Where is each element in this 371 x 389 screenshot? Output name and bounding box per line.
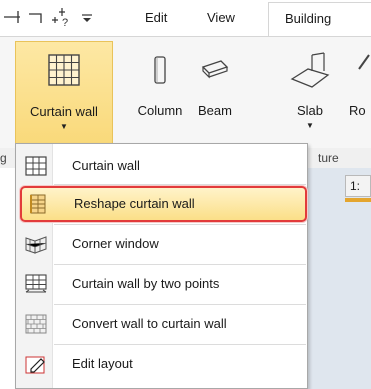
menu-item-curtain-wall[interactable]: Curtain wall xyxy=(17,148,307,184)
drawing-tab-label: 1: xyxy=(350,179,361,193)
slab-label: Slab xyxy=(296,103,324,118)
menu-item-label: Convert wall to curtain wall xyxy=(72,316,227,331)
menu-item-label: Reshape curtain wall xyxy=(74,196,195,211)
reshape-curtain-wall-icon xyxy=(27,194,49,214)
menu-separator xyxy=(54,264,306,265)
customize-dropdown-icon[interactable] xyxy=(80,7,94,27)
tab-building[interactable]: Building xyxy=(268,2,371,36)
menu-item-label: Corner window xyxy=(72,236,159,251)
active-tab-indicator xyxy=(345,198,371,202)
menu-item-curtain-wall-by-two-points[interactable]: Curtain wall by two points xyxy=(17,266,307,302)
menu-item-corner-window[interactable]: Corner window xyxy=(17,226,307,262)
roof-button[interactable]: Ro xyxy=(343,37,371,147)
ribbon: Curtain wall ▼ Column Beam Slab ▼ Ro xyxy=(0,36,371,149)
corner-window-icon xyxy=(25,234,47,254)
roof-label: Ro xyxy=(349,103,366,118)
menu-separator xyxy=(54,344,306,345)
menu-item-reshape-curtain-wall[interactable]: Reshape curtain wall xyxy=(20,186,307,222)
app-window: ? Edit View Building Curtain wall ▼ Colu… xyxy=(0,0,371,389)
menu-item-label: Curtain wall xyxy=(72,158,140,173)
menu-item-label: Curtain wall by two points xyxy=(72,276,220,291)
svg-text:?: ? xyxy=(62,17,68,28)
column-button[interactable]: Column xyxy=(130,37,190,147)
menu-separator xyxy=(54,304,306,305)
curtain-wall-dropdown-menu: Curtain wall Reshape curtain wall Corner… xyxy=(15,143,308,389)
edit-layout-icon xyxy=(25,354,47,374)
group-label-left: g xyxy=(0,151,7,165)
menu-item-label: Edit layout xyxy=(72,356,133,371)
drawing-tab[interactable]: 1: xyxy=(345,175,371,197)
menu-separator xyxy=(54,224,306,225)
column-label: Column xyxy=(137,103,183,118)
quick-access-toolbar: ? xyxy=(2,6,94,28)
title-tab-row: ? Edit View Building xyxy=(0,0,371,36)
curtain-wall-two-points-icon xyxy=(25,274,47,294)
slab-icon xyxy=(288,49,332,98)
corner-tool-icon[interactable] xyxy=(28,7,44,27)
beam-button[interactable]: Beam xyxy=(190,37,240,147)
wall-tool-icon[interactable] xyxy=(2,7,22,27)
tab-edit[interactable]: Edit xyxy=(145,0,167,36)
roof-icon xyxy=(355,49,371,82)
curtain-wall-grid-icon xyxy=(44,50,84,93)
curtain-wall-icon xyxy=(25,156,47,176)
curtain-wall-label: Curtain wall xyxy=(30,104,98,119)
curtain-wall-button[interactable]: Curtain wall ▼ xyxy=(15,41,113,145)
slab-button[interactable]: Slab ▼ xyxy=(290,37,330,147)
group-label-structure: ture xyxy=(318,151,339,165)
beam-label: Beam xyxy=(198,103,232,118)
dimension-help-icon[interactable]: ? xyxy=(50,6,74,28)
chevron-down-icon: ▼ xyxy=(60,122,68,131)
menu-item-convert-wall[interactable]: Convert wall to curtain wall xyxy=(17,306,307,342)
column-icon xyxy=(145,49,175,92)
menu-item-edit-layout[interactable]: Edit layout xyxy=(17,346,307,382)
tab-view[interactable]: View xyxy=(207,0,235,36)
beam-icon xyxy=(197,49,233,92)
chevron-down-icon: ▼ xyxy=(306,121,314,130)
convert-wall-icon xyxy=(25,314,47,334)
menu-separator xyxy=(54,184,306,185)
